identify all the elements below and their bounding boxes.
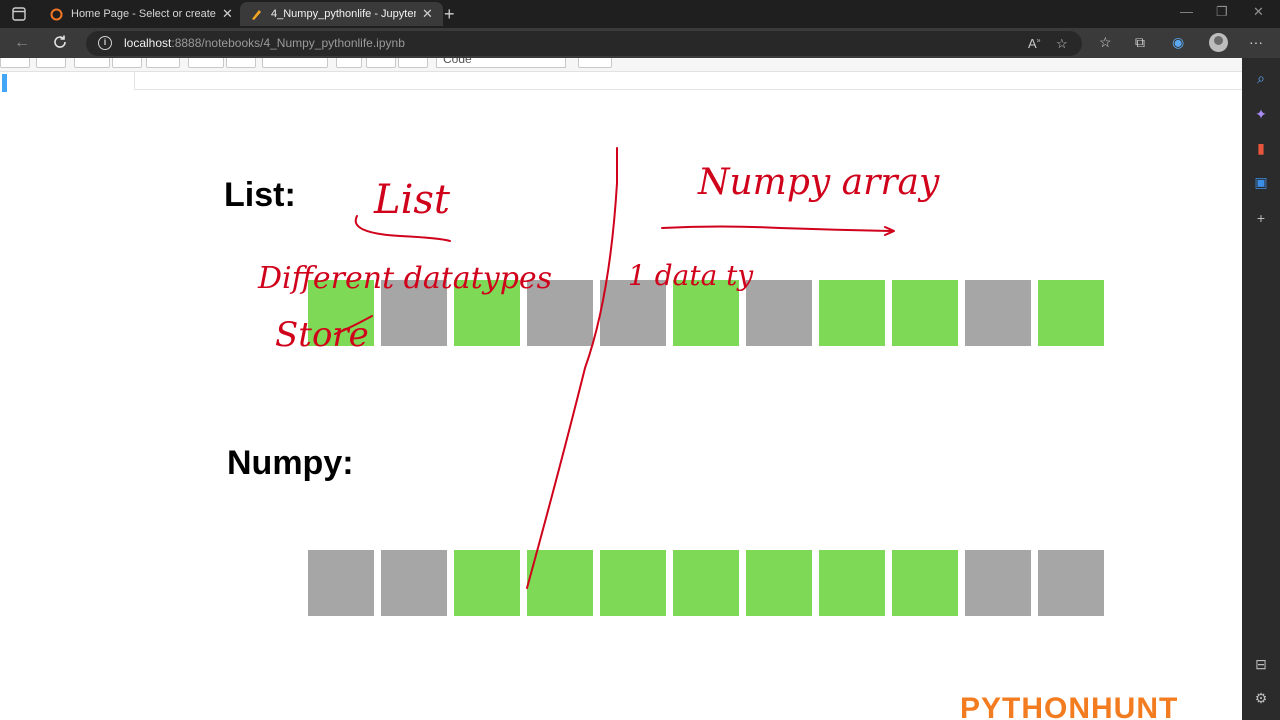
profile-avatar[interactable] [1209, 33, 1228, 52]
watermark-logo: PYTHONHUNT [960, 692, 1179, 720]
jupyter-icon [50, 8, 63, 21]
outlook-icon[interactable]: ▣ [1253, 174, 1269, 190]
browser-toolbar: ← i localhost:8888/notebooks/4_Numpy_pyt… [0, 28, 1280, 58]
back-icon[interactable]: ← [14, 34, 30, 52]
settings-icon[interactable]: ⚙ [1253, 690, 1269, 706]
cell-type-select[interactable]: Code [436, 58, 566, 68]
edge-icon[interactable]: ◉ [1172, 34, 1184, 51]
minimize-icon[interactable]: — [1180, 4, 1193, 19]
window-close-icon[interactable]: ✕ [1253, 4, 1264, 20]
divider-stroke [526, 147, 618, 589]
interrupt-button[interactable] [336, 58, 362, 68]
copilot-icon[interactable]: ✦ [1253, 106, 1269, 122]
restart-button[interactable] [366, 58, 396, 68]
run-button[interactable] [262, 58, 328, 68]
slide-image: List: Numpy: List Different datatypes St… [0, 88, 1242, 720]
close-icon[interactable]: ✕ [422, 6, 433, 22]
more-menu-icon[interactable]: ··· [1249, 34, 1263, 50]
tab-title: 4_Numpy_pythonlife - Jupyter N [271, 8, 416, 20]
list-note-store: Store [275, 315, 369, 355]
favorites-icon[interactable]: ☆ [1099, 34, 1112, 51]
url-text: localhost:8888/notebooks/4_Numpy_pythonl… [124, 36, 405, 50]
tab-actions-icon[interactable] [8, 5, 30, 23]
insert-cell-button[interactable] [36, 58, 66, 68]
notebook-toolbar: Code [0, 58, 1242, 72]
tab-notebook[interactable]: 4_Numpy_pythonlife - Jupyter N ✕ [240, 2, 443, 26]
restart-run-button[interactable] [398, 58, 428, 68]
command-palette-button[interactable] [578, 58, 612, 68]
notebook-icon [250, 8, 263, 21]
address-bar[interactable]: i localhost:8888/notebooks/4_Numpy_pytho… [86, 31, 1082, 56]
tab-home-page[interactable]: Home Page - Select or create a n ✕ [40, 2, 243, 26]
copy-button[interactable] [112, 58, 142, 68]
site-info-icon[interactable]: i [98, 36, 112, 50]
read-aloud-icon[interactable]: A» [1028, 36, 1041, 51]
restore-icon[interactable]: ❐ [1216, 4, 1228, 20]
save-button[interactable] [0, 58, 30, 68]
add-icon[interactable]: + [1253, 210, 1269, 226]
tab-strip: Home Page - Select or create a n ✕ 4_Num… [0, 0, 1280, 28]
page-viewport: Code List: Numpy: List Different datatyp… [0, 58, 1242, 720]
tab-title: Home Page - Select or create a n [71, 8, 216, 20]
numpy-note: 1 data ty [628, 259, 754, 292]
numpy-underline [661, 225, 894, 232]
move-up-button[interactable] [188, 58, 224, 68]
numpy-word: Numpy array [697, 162, 940, 203]
collections-icon[interactable]: ⧉ [1135, 34, 1145, 51]
close-icon[interactable]: ✕ [222, 6, 233, 22]
favorite-add-icon[interactable]: ☆ [1056, 36, 1068, 52]
list-note-datatypes: Different datatypes [257, 261, 552, 296]
paste-button[interactable] [146, 58, 180, 68]
browser-sidebar: ⌕ ✦ ▮ ▣ + ⊟ ⚙ [1242, 58, 1280, 720]
sidebar-layout-icon[interactable]: ⊟ [1253, 656, 1269, 672]
move-down-button[interactable] [226, 58, 256, 68]
refresh-icon[interactable] [52, 34, 68, 55]
office-icon[interactable]: ▮ [1253, 140, 1269, 156]
pen-annotations: List Different datatypes Store Numpy arr… [257, 147, 940, 589]
list-word: List [373, 177, 451, 223]
new-tab-button[interactable]: + [444, 4, 455, 25]
search-icon[interactable]: ⌕ [1253, 70, 1269, 86]
cut-button[interactable] [74, 58, 110, 68]
